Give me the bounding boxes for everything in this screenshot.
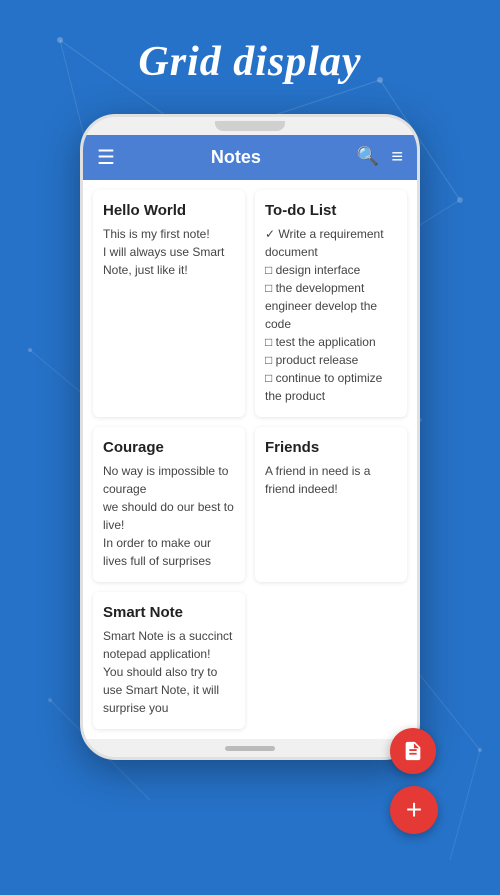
menu-icon[interactable]: ☰ <box>97 145 115 170</box>
phone-notch-bar <box>83 117 417 135</box>
app-header: ☰ Notes 🔍 ≡ <box>83 135 417 180</box>
empty-cell <box>255 592 407 729</box>
search-icon[interactable]: 🔍 <box>357 146 379 169</box>
note-body: A friend in need is a friend indeed! <box>265 462 397 498</box>
note-body: Smart Note is a succinct notepad applica… <box>103 627 235 717</box>
note-title: Hello World <box>103 202 235 219</box>
phone-bottom-bar <box>83 739 417 757</box>
phone-frame: ☰ Notes 🔍 ≡ Hello World This is my first… <box>80 114 420 760</box>
fab-area: + <box>390 728 438 834</box>
note-card-todo[interactable]: To-do List ✓ Write a requirement documen… <box>255 190 407 417</box>
note-card-courage[interactable]: Courage No way is impossible to couragew… <box>93 427 245 582</box>
add-fab-button[interactable]: + <box>390 786 438 834</box>
phone-mockup: ☰ Notes 🔍 ≡ Hello World This is my first… <box>0 114 500 760</box>
note-title: To-do List <box>265 202 397 219</box>
header-actions: 🔍 ≡ <box>357 146 403 169</box>
app-title: Notes <box>125 147 347 168</box>
note-title: Smart Note <box>103 604 235 621</box>
note-card-hello-world[interactable]: Hello World This is my first note!I will… <box>93 190 245 417</box>
notes-grid: Hello World This is my first note!I will… <box>83 180 417 739</box>
add-icon: + <box>406 796 422 824</box>
note-body: No way is impossible to couragewe should… <box>103 462 235 570</box>
note-title: Friends <box>265 439 397 456</box>
note-fab-button[interactable] <box>390 728 436 774</box>
note-body: ✓ Write a requirement document □ design … <box>265 225 397 405</box>
note-card-smart-note[interactable]: Smart Note Smart Note is a succinct note… <box>93 592 245 729</box>
note-title: Courage <box>103 439 235 456</box>
page-title: Grid display <box>0 0 500 114</box>
note-card-friends[interactable]: Friends A friend in need is a friend ind… <box>255 427 407 582</box>
note-body: This is my first note!I will always use … <box>103 225 235 279</box>
home-indicator <box>225 746 275 751</box>
phone-notch <box>215 121 285 131</box>
filter-icon[interactable]: ≡ <box>391 146 403 169</box>
